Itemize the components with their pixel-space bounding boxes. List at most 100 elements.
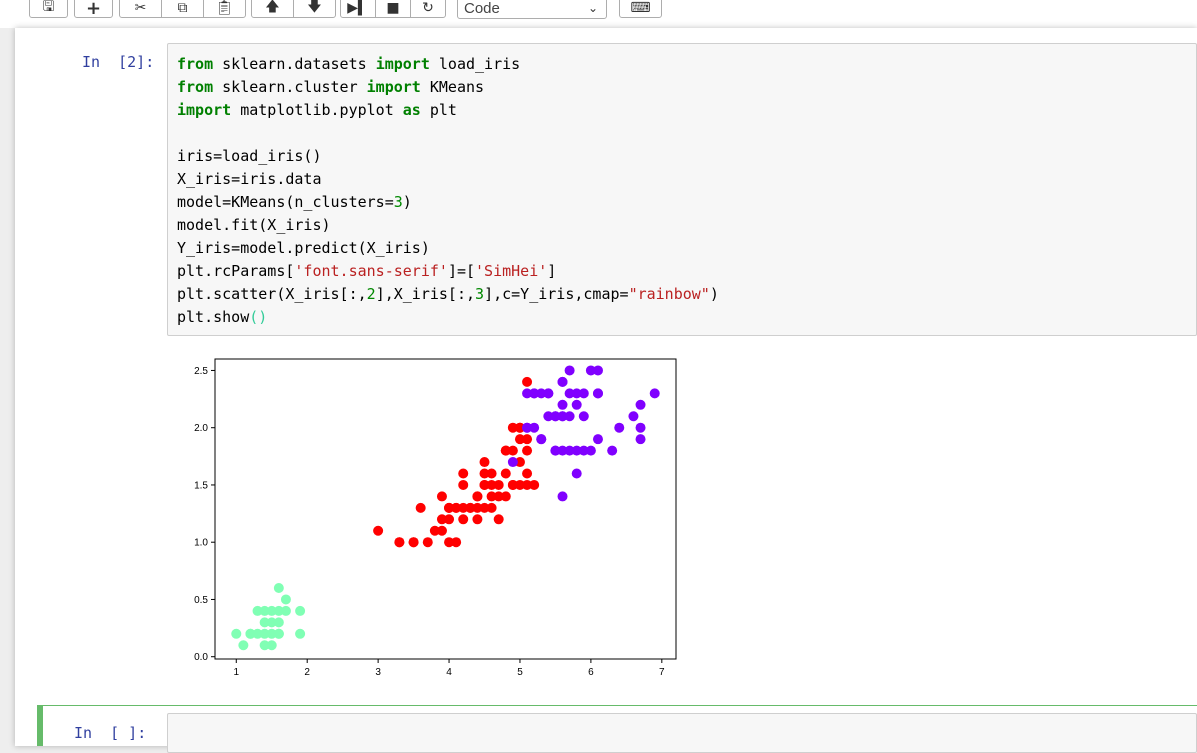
scatter-point — [557, 399, 568, 410]
code-token: plt.scatter(X_iris[:, — [177, 285, 367, 303]
restart-button[interactable]: ↻ — [410, 0, 446, 18]
scatter-point — [259, 605, 270, 616]
scatter-point — [458, 479, 469, 490]
scatter-point — [472, 491, 483, 502]
cut-button[interactable]: ✂ — [119, 0, 162, 18]
code-editor[interactable]: from sklearn.datasets import load_iris fr… — [167, 43, 1197, 336]
scatter-point — [529, 479, 540, 490]
restart-icon: ↻ — [422, 0, 434, 16]
scatter-point — [458, 468, 469, 479]
y-tick-label: 1.0 — [194, 538, 208, 549]
y-tick-label: 0.5 — [194, 595, 208, 606]
code-token: ] — [547, 262, 557, 280]
copy-icon: ⧉ — [177, 0, 188, 16]
code-token: 'font.sans-serif' — [294, 262, 448, 280]
cell-type-select[interactable]: Code ⌄ — [457, 0, 607, 19]
scatter-point — [635, 399, 646, 410]
scatter-point — [649, 388, 660, 399]
x-tick-label: 5 — [517, 667, 523, 678]
scatter-point — [273, 583, 284, 594]
move-down-button[interactable]: 🡇 — [293, 0, 336, 18]
scatter-point — [514, 434, 525, 445]
code-line: plt.show() — [177, 306, 1196, 329]
scatter-point — [451, 537, 462, 548]
scatter-point — [373, 525, 384, 536]
cell-prompt-empty: In [ ]: — [74, 724, 147, 742]
scatter-point — [507, 457, 518, 468]
scatter-point — [273, 617, 284, 628]
move-down-icon: 🡇 — [307, 0, 322, 15]
scatter-point — [543, 388, 554, 399]
scatter-point — [550, 411, 561, 422]
stop-icon: ■ — [386, 0, 400, 16]
code-token: ) — [709, 285, 719, 303]
scatter-point — [522, 376, 533, 387]
scatter-point — [550, 445, 561, 456]
code-token: sklearn.cluster — [213, 78, 367, 96]
code-token: () — [249, 308, 268, 326]
paste-button[interactable]: 📋︎ — [203, 0, 246, 18]
scatter-point — [571, 399, 582, 410]
scatter-point — [451, 502, 462, 513]
scatter-point — [479, 479, 490, 490]
active-cell-indicator — [37, 705, 43, 746]
code-token: model.fit(X_iris) — [177, 216, 331, 234]
code-token: 3 — [475, 285, 485, 303]
scatter-point — [614, 422, 625, 433]
save-button[interactable]: 🖫 — [29, 0, 68, 18]
scatter-point — [429, 525, 440, 536]
scatter-point — [500, 445, 511, 456]
scatter-point — [571, 468, 582, 479]
scatter-point — [522, 445, 533, 456]
run-button[interactable]: ▶▍ — [340, 0, 376, 18]
scatter-point — [415, 502, 426, 513]
y-tick-label: 0.0 — [194, 652, 208, 663]
scatter-point — [295, 628, 306, 639]
code-token: ]=[ — [447, 262, 476, 280]
scatter-point — [557, 376, 568, 387]
scatter-point — [507, 479, 518, 490]
y-tick-label: 2.5 — [194, 366, 208, 377]
code-token: import — [375, 55, 430, 73]
scatter-point — [458, 514, 469, 525]
insert-cell-button[interactable]: + — [74, 0, 113, 19]
x-tick-label: 6 — [588, 667, 594, 678]
y-tick-label: 2.0 — [194, 423, 208, 434]
save-icon: 🖫 — [42, 0, 55, 15]
edit-button-group: ✂ ⧉ 📋︎ — [119, 0, 246, 18]
scatter-point — [436, 491, 447, 502]
copy-button[interactable]: ⧉ — [161, 0, 204, 18]
scatter-point — [295, 605, 306, 616]
code-token: import — [177, 101, 232, 119]
empty-code-editor[interactable] — [167, 713, 1197, 753]
scatter-point — [607, 445, 618, 456]
code-token: plt — [420, 101, 457, 119]
scatter-point — [479, 457, 490, 468]
command-palette-button[interactable]: ⌨ — [619, 0, 662, 18]
scatter-plot: 1 2 3 4 5 6 7 0.0 0.5 1.0 1.5 2.0 2.5 — [194, 358, 677, 678]
run-button-group: ▶▍ ■ ↻ — [340, 0, 446, 18]
cell-prompt: In [2]: — [82, 53, 155, 71]
y-tick-label: 1.5 — [194, 480, 208, 491]
scatter-point — [571, 445, 582, 456]
x-tick-label: 2 — [304, 667, 310, 678]
x-tick-label: 1 — [233, 667, 239, 678]
code-token: X_iris=iris.data — [177, 170, 322, 188]
x-tick-label: 3 — [375, 667, 381, 678]
scatter-point — [522, 422, 533, 433]
notebook-toolbar: 🖫 + ✂ ⧉ 📋︎ 🡅 🡇 ▶▍ ■ ↻ Code ⌄ ⌨ — [0, 0, 1197, 28]
move-up-button[interactable]: 🡅 — [251, 0, 294, 18]
scatter-point — [238, 640, 249, 651]
code-line: from sklearn.datasets import load_iris — [177, 53, 1196, 76]
code-token: KMeans — [420, 78, 485, 96]
scatter-point — [635, 434, 646, 445]
code-line: plt.scatter(X_iris[:,2],X_iris[:,3],c=Y_… — [177, 283, 1196, 306]
scatter-point — [444, 514, 455, 525]
code-token: plt.show — [177, 308, 250, 326]
stop-button[interactable]: ■ — [375, 0, 411, 18]
code-token: 3 — [393, 193, 403, 211]
code-line: from sklearn.cluster import KMeans — [177, 76, 1196, 99]
code-token: "rainbow" — [628, 285, 710, 303]
scatter-point — [231, 628, 242, 639]
code-token: ],X_iris[:, — [375, 285, 476, 303]
